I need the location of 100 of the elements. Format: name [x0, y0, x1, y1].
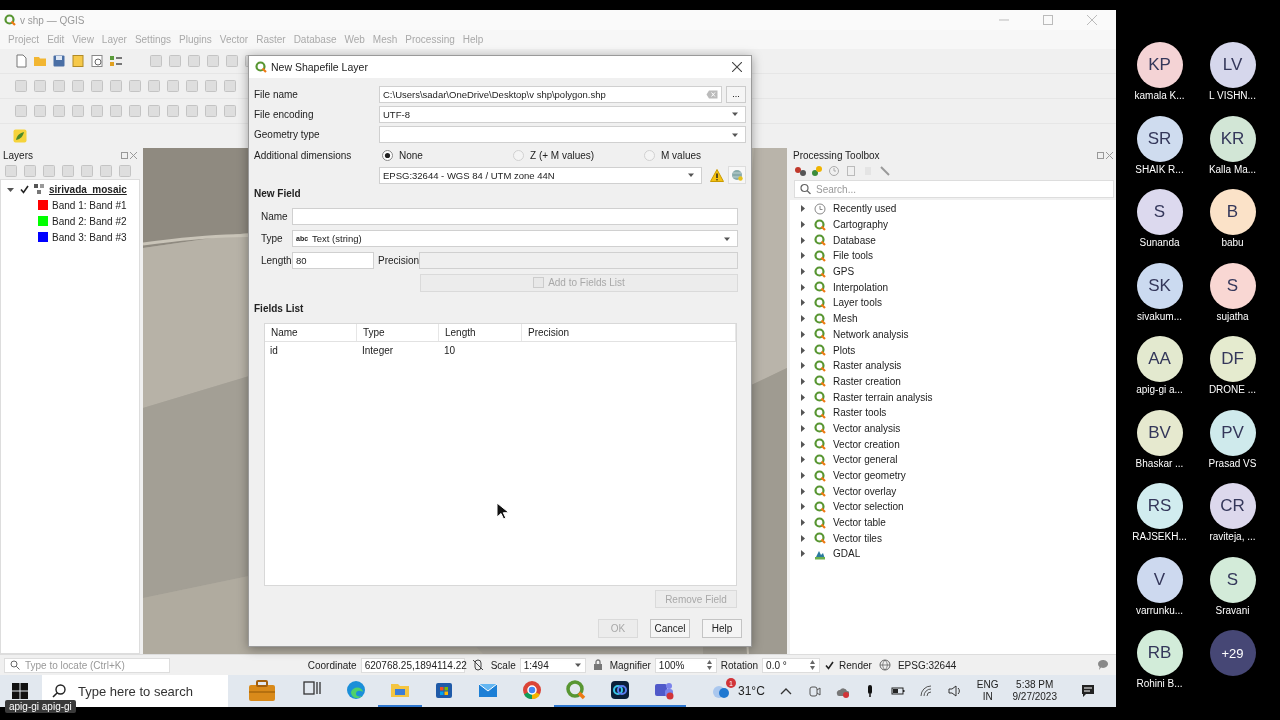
toolbar-icon[interactable] [33, 79, 47, 93]
clear-icon[interactable] [706, 89, 718, 99]
toolbar-icon[interactable] [61, 164, 75, 178]
band-name[interactable]: Band 1: Band #1 [52, 199, 127, 211]
locator-field[interactable]: Type to locate (Ctrl+K) [4, 657, 170, 673]
expand-arrow-icon[interactable] [798, 502, 807, 512]
toolbar-icon[interactable] [223, 104, 237, 118]
band-name[interactable]: Band 3: Band #3 [52, 231, 127, 243]
briefcase-icon[interactable] [248, 680, 276, 702]
toolbar-icon[interactable] [206, 54, 220, 68]
float-icon[interactable] [1097, 152, 1104, 159]
avatar[interactable]: BV [1136, 409, 1183, 456]
radio-icon[interactable] [513, 149, 524, 161]
avatar[interactable]: S [1209, 556, 1256, 603]
checkbox[interactable] [824, 659, 836, 671]
speaker-icon[interactable] [946, 684, 961, 698]
avatar[interactable]: RB [1136, 630, 1183, 676]
toolbox-item[interactable]: Vector overlay [833, 485, 897, 497]
crs-dropdown[interactable]: EPSG:32644 - WGS 84 / UTM zone 44N [379, 166, 702, 184]
expand-arrow-icon[interactable] [798, 267, 807, 277]
toolbox-item[interactable]: Layer tools [833, 297, 882, 309]
avatar[interactable]: B [1209, 189, 1256, 235]
script-icon[interactable] [811, 165, 823, 177]
float-icon[interactable] [121, 152, 128, 159]
toolbar-icon[interactable] [71, 79, 85, 93]
toolbar-icon[interactable] [4, 164, 18, 178]
expand-arrow-icon[interactable] [798, 533, 807, 543]
rotation-spinbox[interactable]: 0.0 ° [762, 657, 821, 673]
notifications-icon[interactable] [1081, 684, 1095, 698]
expand-arrow-icon[interactable] [798, 439, 807, 449]
length-field[interactable]: 80 [292, 252, 374, 269]
expand-arrow-icon[interactable] [798, 220, 807, 230]
radio-button[interactable]: None [379, 149, 506, 161]
toolbar-icon[interactable] [71, 104, 85, 118]
toolbar-icon[interactable] [90, 79, 104, 93]
start-icon[interactable] [12, 683, 28, 699]
expand-arrow-icon[interactable] [798, 392, 807, 402]
toolbox-item[interactable]: Interpolation [833, 281, 889, 293]
avatar[interactable]: RS [1136, 483, 1183, 529]
dialog-button[interactable]: Help [702, 619, 742, 638]
save-icon[interactable] [52, 54, 66, 68]
toolbox-item[interactable]: Recently used [833, 203, 897, 215]
toolbox-item[interactable]: Raster analysis [833, 360, 902, 372]
avatar[interactable]: LV [1209, 42, 1256, 88]
expand-arrow-icon[interactable] [798, 549, 807, 559]
lock-icon[interactable] [592, 659, 603, 671]
dialog-button[interactable]: Cancel [650, 619, 690, 638]
expand-arrow-icon[interactable] [798, 282, 807, 292]
toolbar-icon[interactable] [52, 79, 66, 93]
toolbar-icon[interactable] [109, 104, 123, 118]
toolbox-item[interactable]: Vector general [833, 454, 898, 466]
new-file-icon[interactable] [14, 54, 28, 68]
toolbar-icon[interactable] [90, 104, 104, 118]
crs-button[interactable]: EPSG:32644 [897, 659, 957, 671]
toolbar-icon[interactable] [128, 79, 142, 93]
avatar[interactable]: S [1136, 189, 1183, 235]
toolbar-icon[interactable] [166, 104, 180, 118]
expand-arrow-icon[interactable] [798, 471, 807, 481]
avatar[interactable]: SK [1136, 262, 1183, 309]
expand-arrow-icon[interactable] [798, 235, 807, 245]
plugin-icon[interactable] [13, 129, 27, 143]
toolbar-icon[interactable] [99, 164, 113, 178]
toolbar-icon[interactable] [225, 54, 239, 68]
toolbox-item[interactable]: Network analysis [833, 328, 909, 340]
toolbar-icon[interactable] [204, 79, 218, 93]
battery-icon[interactable] [890, 684, 905, 698]
style-icon[interactable] [109, 54, 123, 68]
results-icon[interactable] [845, 165, 857, 177]
history-icon[interactable] [828, 165, 840, 177]
document-icon[interactable] [90, 54, 104, 68]
toolbar-icon[interactable] [14, 104, 28, 118]
radio-button[interactable]: Z (+ M values) [510, 149, 637, 161]
checkbox[interactable] [19, 183, 30, 195]
toolbox-item[interactable]: Raster tools [833, 407, 887, 419]
toolbar-icon[interactable] [168, 54, 182, 68]
folder-icon[interactable] [33, 54, 47, 68]
toolbox-item[interactable]: Mesh [833, 313, 858, 325]
toolbar-icon[interactable] [185, 79, 199, 93]
coordinate-field[interactable]: 620768.25,1894114.22 [360, 657, 465, 673]
toolbar-icon[interactable] [204, 104, 218, 118]
scale-dropdown[interactable]: 1:494 [519, 657, 586, 673]
toolbar-icon[interactable] [149, 54, 163, 68]
layer-name[interactable]: sirivada_mosaic [49, 183, 127, 195]
toolbox-item[interactable]: GDAL [833, 548, 861, 560]
toolbar-icon[interactable] [109, 79, 123, 93]
expand-arrow-icon[interactable] [798, 345, 807, 355]
globe-icon[interactable] [878, 659, 891, 671]
toolbar-icon[interactable] [80, 164, 94, 178]
toolbar-icon[interactable] [166, 79, 180, 93]
expand-arrow-icon[interactable] [798, 251, 807, 261]
clock[interactable]: 5:38 PM 9/27/2023 [1012, 679, 1057, 703]
toolbox-item[interactable]: Vector analysis [833, 422, 901, 434]
toolbar-icon[interactable] [42, 164, 56, 178]
toolbar-icon[interactable] [23, 164, 37, 178]
geometry-type-dropdown[interactable] [379, 126, 746, 143]
magnifier-spinbox[interactable]: 100% [654, 657, 717, 673]
toolbox-item[interactable]: Cartography [833, 219, 889, 231]
toolbar-icon[interactable] [223, 79, 237, 93]
toolbar-icon[interactable] [33, 104, 47, 118]
avatar[interactable]: KR [1209, 115, 1256, 162]
